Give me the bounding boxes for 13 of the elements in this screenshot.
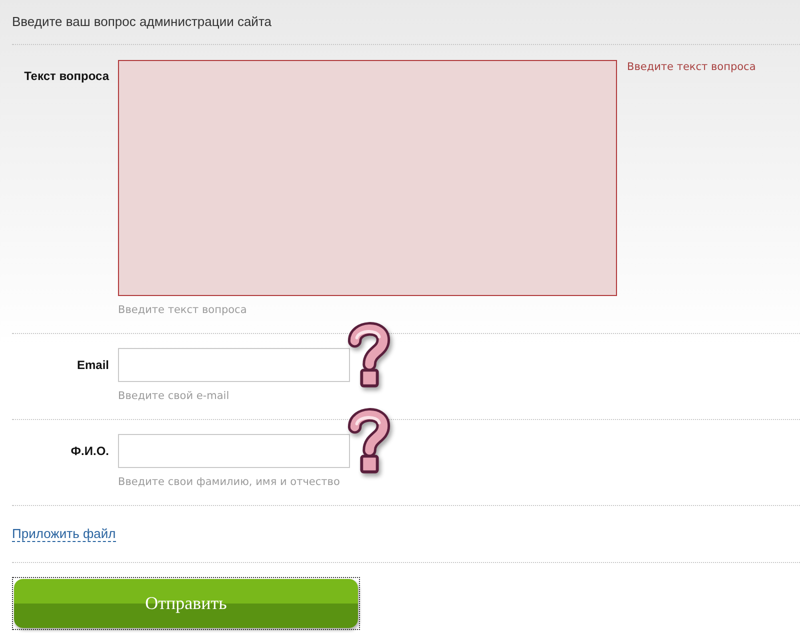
error-message: Введите текст вопроса — [627, 60, 756, 74]
field-label: Email — [76, 358, 109, 372]
field-hint: Введите текст вопроса — [118, 303, 247, 317]
field-label: Ф.И.О. — [70, 444, 109, 458]
question-textarea[interactable] — [118, 60, 617, 296]
text-input[interactable] — [118, 348, 350, 382]
field-hint: Введите свои фамилию, имя и отчество — [118, 475, 340, 489]
field-hint: Введите свой e-mail — [118, 389, 230, 403]
field-label: Текст вопроса — [24, 69, 109, 83]
text-input[interactable] — [118, 434, 350, 468]
form-title: Введите ваш вопрос администрации сайта — [12, 14, 272, 29]
submit-button[interactable]: Отправить — [14, 579, 358, 628]
attach-file-link[interactable]: Приложить файл — [12, 526, 116, 542]
